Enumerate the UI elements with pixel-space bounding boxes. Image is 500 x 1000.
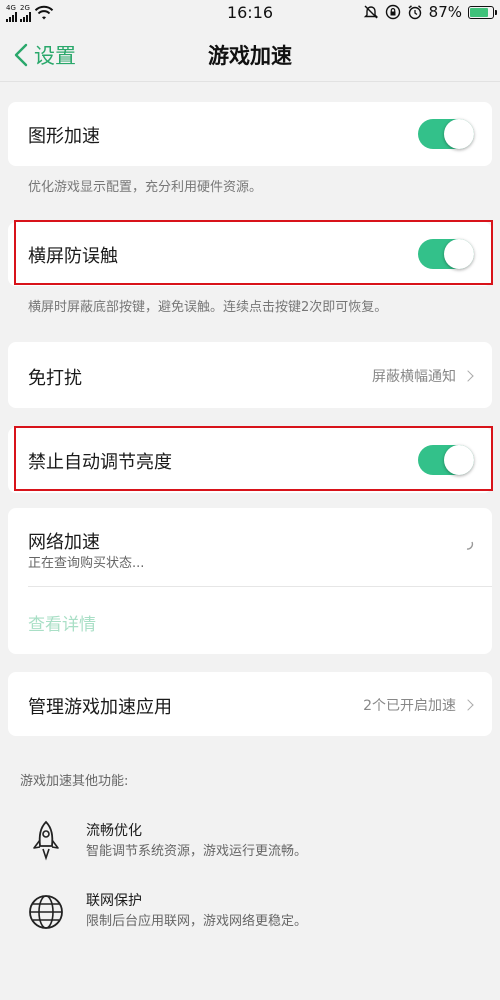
network-accel-label: 网络加速 [28, 532, 100, 553]
network-accel-status: 正在查询购买状态... [28, 556, 145, 571]
manage-apps-value-text: 2个已开启加速 [363, 698, 456, 714]
chevron-right-icon [462, 699, 474, 711]
dnd-card[interactable]: 免打扰 屏蔽横幅通知 [8, 342, 492, 408]
dnd-value: 屏蔽横幅通知 [372, 366, 474, 386]
graphics-accel-toggle[interactable] [418, 119, 474, 149]
toggle-knob [444, 119, 474, 149]
feature-title: 流畅优化 [86, 823, 142, 839]
battery-icon [468, 5, 497, 19]
globe-icon [29, 895, 63, 929]
view-details-link[interactable]: 查看详情 [28, 610, 96, 635]
battery-percent: 87% [428, 3, 462, 21]
divider [28, 586, 492, 587]
manage-apps-value: 2个已开启加速 [363, 695, 474, 715]
page-title: 游戏加速 [208, 44, 292, 68]
battery-fill [470, 7, 488, 17]
chevron-right-icon [462, 370, 474, 382]
manage-apps-card[interactable]: 管理游戏加速应用 2个已开启加速 [8, 672, 492, 736]
other-features-title: 游戏加速其他功能: [20, 774, 129, 789]
feature-network-protection: 联网保护 限制后台应用联网，游戏网络更稳定。 [24, 888, 484, 938]
network-accel-card: 网络加速 正在查询购买状态... 查看详情 [8, 508, 492, 654]
alarm-icon [408, 5, 422, 20]
graphics-accel-label: 图形加速 [28, 126, 100, 147]
feature-description: 限制后台应用联网，游戏网络更稳定。 [86, 914, 308, 929]
feature-description: 智能调节系统资源，游戏运行更流畅。 [86, 844, 308, 859]
landscape-guard-description: 横屏时屏蔽底部按键，避免误触。连续点击按键2次即可恢复。 [28, 300, 388, 315]
dnd-label: 免打扰 [28, 368, 82, 389]
status-bar: 4G 2G 16:16 87% [0, 0, 500, 26]
feature-smooth-optimization: 流畅优化 智能调节系统资源，游戏运行更流畅。 [24, 818, 484, 868]
feature-title: 联网保护 [86, 893, 142, 909]
status-icons: 87% [363, 3, 497, 21]
graphics-accel-description: 优化游戏显示配置，充分利用硬件资源。 [28, 180, 263, 195]
lock-rotation-icon [385, 4, 400, 20]
graphics-accel-card: 图形加速 [8, 102, 492, 166]
manage-apps-label: 管理游戏加速应用 [28, 697, 172, 718]
dnd-value-text: 屏蔽横幅通知 [372, 369, 456, 385]
highlight-box [14, 426, 493, 491]
nav-bar: 设置 游戏加速 [0, 26, 500, 82]
rocket-icon [33, 820, 59, 861]
loading-spinner-icon [466, 541, 474, 550]
mute-bell-icon [363, 5, 378, 19]
highlight-box [14, 220, 493, 285]
